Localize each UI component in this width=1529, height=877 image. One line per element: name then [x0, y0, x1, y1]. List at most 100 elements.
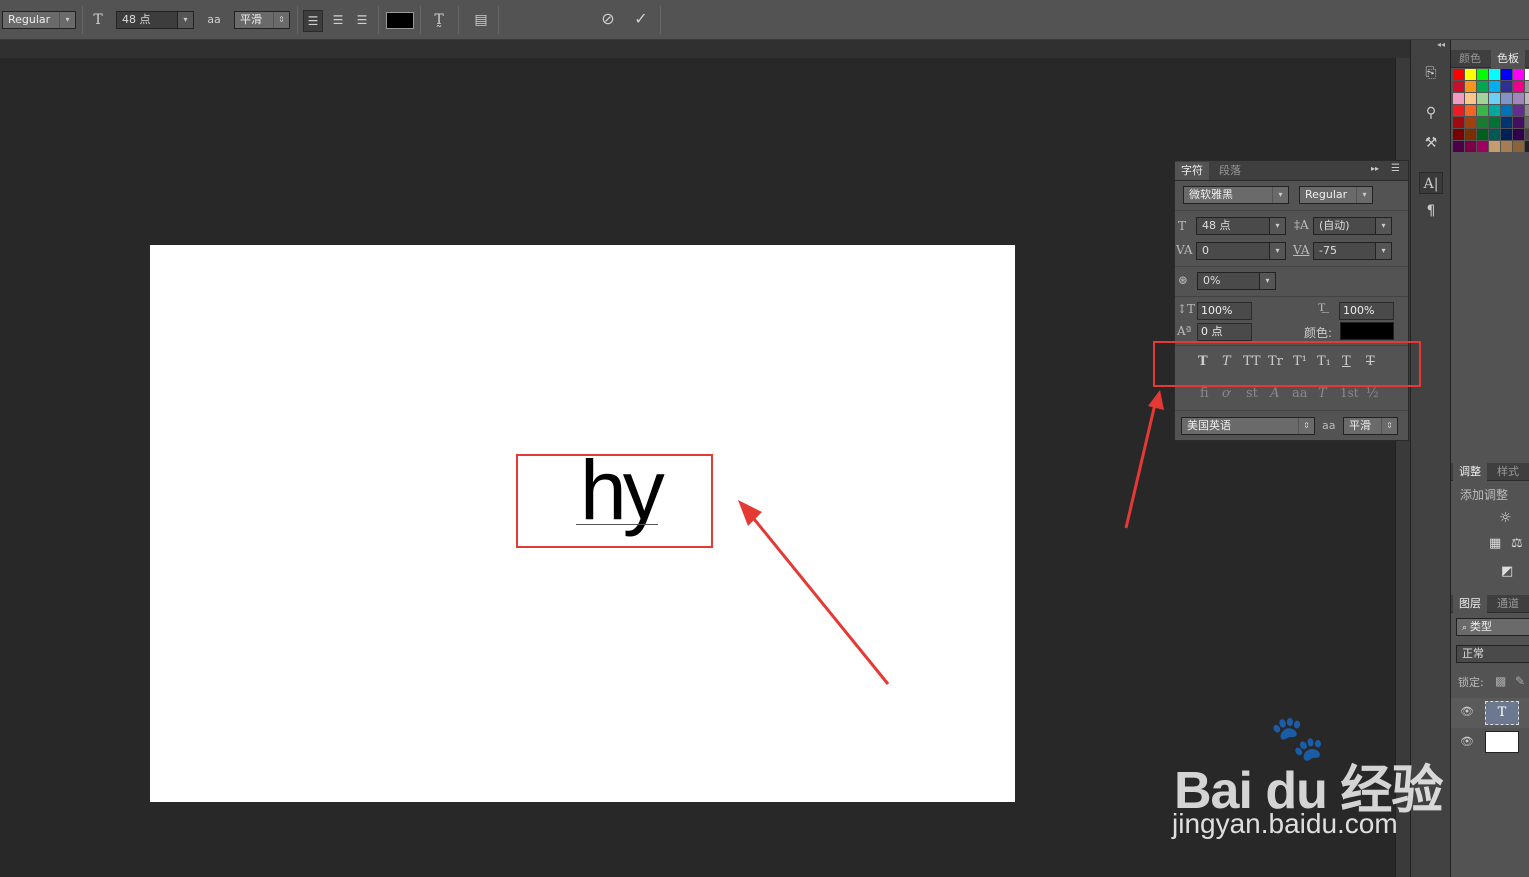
- horizontal-scale-input[interactable]: 100%: [1339, 302, 1394, 320]
- color-swatch[interactable]: [1513, 105, 1524, 116]
- color-swatch[interactable]: [1501, 105, 1512, 116]
- color-swatch[interactable]: [1477, 117, 1488, 128]
- color-swatch[interactable]: [1513, 81, 1524, 92]
- baseline-shift-input[interactable]: 0 点: [1197, 323, 1252, 341]
- color-swatch[interactable]: [1453, 117, 1464, 128]
- character-panel-icon[interactable]: A|: [1419, 172, 1443, 194]
- vertical-scale-input[interactable]: 100%: [1197, 302, 1252, 320]
- cancel-icon[interactable]: ⊘: [597, 9, 619, 29]
- color-swatch[interactable]: [1453, 105, 1464, 116]
- color-swatch[interactable]: [1465, 141, 1476, 152]
- color-swatch[interactable]: [1489, 81, 1500, 92]
- color-swatch[interactable]: [1525, 93, 1529, 104]
- tab-color[interactable]: 颜色: [1453, 50, 1487, 68]
- color-swatch[interactable]: [1489, 129, 1500, 140]
- tsume-dropdown[interactable]: 0% ▾: [1197, 272, 1276, 290]
- blend-mode-dropdown[interactable]: 正常: [1456, 645, 1529, 663]
- char-antialias-dropdown[interactable]: 平滑 ⇕: [1343, 417, 1398, 435]
- gradient-map-icon[interactable]: ◩: [1501, 564, 1513, 579]
- align-left-icon[interactable]: ☰: [303, 10, 323, 32]
- stylistic-alternates-button[interactable]: aa: [1292, 386, 1308, 401]
- color-swatch[interactable]: [1525, 117, 1529, 128]
- layer-row-text[interactable]: 👁 T: [1451, 698, 1529, 728]
- char-color-swatch[interactable]: [1340, 322, 1394, 340]
- color-swatch[interactable]: [1501, 69, 1512, 80]
- tool-presets-icon[interactable]: ⚒: [1419, 132, 1443, 154]
- color-swatch[interactable]: [1525, 129, 1529, 140]
- color-swatch[interactable]: [1477, 105, 1488, 116]
- color-swatch[interactable]: [1513, 129, 1524, 140]
- color-swatch[interactable]: [1489, 93, 1500, 104]
- old-style-button[interactable]: ơ: [1222, 386, 1230, 401]
- color-swatch[interactable]: [1477, 141, 1488, 152]
- warp-text-icon[interactable]: T̰: [428, 10, 450, 30]
- color-swatch[interactable]: [1465, 117, 1476, 128]
- language-dropdown[interactable]: 美国英语 ⇕: [1181, 417, 1315, 435]
- font-size-dropdown[interactable]: 48 点 ▾: [116, 11, 194, 29]
- tab-adjustments[interactable]: 调整: [1453, 463, 1487, 481]
- balance-icon[interactable]: ⚖: [1511, 536, 1523, 551]
- color-swatch[interactable]: [1525, 141, 1529, 152]
- brightness-icon[interactable]: ☼: [1499, 510, 1512, 526]
- tab-channels[interactable]: 通道: [1491, 595, 1525, 613]
- color-swatch[interactable]: [1477, 129, 1488, 140]
- color-swatch[interactable]: [1453, 81, 1464, 92]
- kerning-dropdown[interactable]: 0 ▾: [1196, 242, 1286, 260]
- panels-toggle-icon[interactable]: ▤: [470, 10, 492, 30]
- color-swatch[interactable]: [1453, 93, 1464, 104]
- color-swatch[interactable]: [1525, 69, 1529, 80]
- color-swatch[interactable]: [1489, 69, 1500, 80]
- color-swatch[interactable]: [1465, 129, 1476, 140]
- color-swatch[interactable]: [1525, 105, 1529, 116]
- levels-icon[interactable]: ▦: [1489, 536, 1501, 551]
- ordinals-button[interactable]: 1st: [1340, 386, 1359, 400]
- fractions-button[interactable]: ½: [1366, 386, 1379, 401]
- color-swatch[interactable]: [1489, 117, 1500, 128]
- color-swatch[interactable]: [1453, 129, 1464, 140]
- color-swatch[interactable]: [1501, 117, 1512, 128]
- collapse-icon[interactable]: ◂◂: [1437, 40, 1445, 49]
- swash-button[interactable]: A: [1270, 386, 1279, 401]
- layer-row-background[interactable]: 👁: [1451, 728, 1529, 758]
- commit-icon[interactable]: ✓: [630, 9, 652, 29]
- font-style-dropdown[interactable]: Regular ▾: [2, 11, 76, 29]
- tab-character[interactable]: 字符: [1175, 162, 1209, 180]
- color-swatch[interactable]: [1489, 141, 1500, 152]
- char-font-style-dropdown[interactable]: Regular ▾: [1299, 186, 1373, 204]
- color-swatch[interactable]: [1513, 69, 1524, 80]
- paragraph-panel-icon[interactable]: ¶: [1419, 200, 1443, 222]
- antialias-dropdown[interactable]: 平滑 ⇕: [234, 11, 290, 29]
- color-swatch[interactable]: [1477, 93, 1488, 104]
- color-swatch[interactable]: [1513, 141, 1524, 152]
- char-font-size-dropdown[interactable]: 48 点 ▾: [1196, 217, 1286, 235]
- text-color-swatch[interactable]: [386, 12, 414, 29]
- brush-presets-icon[interactable]: ⚲: [1419, 102, 1443, 124]
- tab-layers[interactable]: 图层: [1453, 595, 1487, 613]
- panel-menu-icon[interactable]: ☰: [1391, 163, 1400, 174]
- color-swatch[interactable]: [1477, 69, 1488, 80]
- tracking-dropdown[interactable]: -75 ▾: [1313, 242, 1392, 260]
- layer-filter-dropdown[interactable]: ⌕ 类型: [1456, 618, 1529, 636]
- leading-dropdown[interactable]: (自动) ▾: [1313, 217, 1392, 235]
- color-swatch[interactable]: [1501, 129, 1512, 140]
- lock-brush-icon[interactable]: ✎: [1515, 674, 1525, 688]
- color-swatch[interactable]: [1513, 117, 1524, 128]
- tab-paragraph[interactable]: 段落: [1213, 162, 1247, 180]
- color-swatch[interactable]: [1465, 105, 1476, 116]
- color-swatch[interactable]: [1489, 105, 1500, 116]
- visibility-eye-icon[interactable]: 👁: [1460, 735, 1474, 748]
- ligature-button[interactable]: fi: [1200, 386, 1209, 401]
- history-icon[interactable]: ⎘: [1419, 62, 1443, 84]
- visibility-eye-icon[interactable]: 👁: [1460, 705, 1474, 718]
- color-swatch[interactable]: [1465, 93, 1476, 104]
- color-swatch[interactable]: [1453, 69, 1464, 80]
- color-swatch[interactable]: [1501, 81, 1512, 92]
- discretionary-ligature-button[interactable]: st: [1246, 386, 1258, 401]
- color-swatch[interactable]: [1513, 93, 1524, 104]
- align-center-icon[interactable]: ☰: [328, 10, 348, 30]
- lock-transparent-icon[interactable]: ▩: [1495, 674, 1506, 688]
- font-family-dropdown[interactable]: 微软雅黑 ▾: [1183, 186, 1289, 204]
- collapse-arrows-icon[interactable]: ▸▸: [1371, 164, 1379, 173]
- titling-alternates-button[interactable]: T: [1318, 386, 1327, 401]
- tab-swatches[interactable]: 色板: [1491, 50, 1525, 68]
